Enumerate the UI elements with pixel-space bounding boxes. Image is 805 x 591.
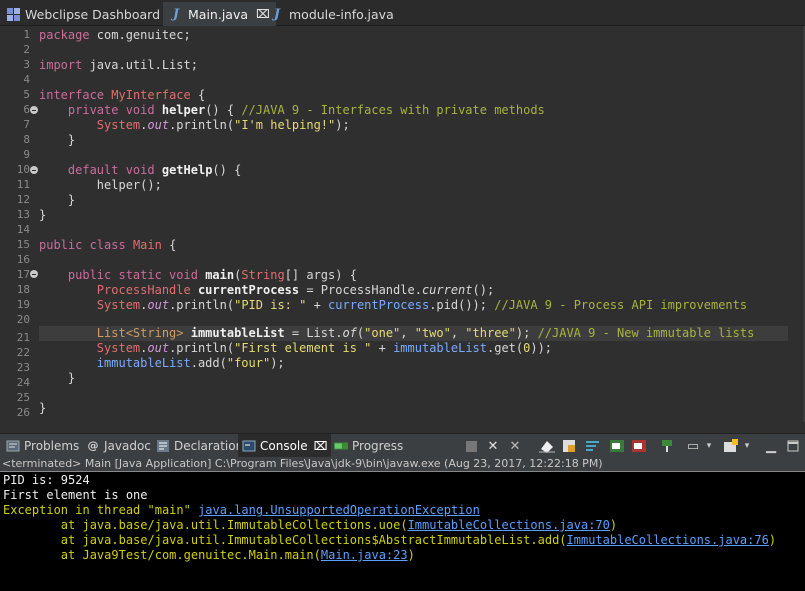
stack-frame-link[interactable]: ImmutableCollections.java:70 (408, 518, 610, 532)
chevron-down-icon[interactable]: ▾ (700, 437, 718, 455)
line-number: 18 (16, 283, 30, 296)
line-number: 16 (16, 253, 30, 266)
console-exception-line: Exception in thread "main" java.lang.Uns… (3, 503, 480, 517)
line-number: 9 (23, 148, 30, 161)
console-line: PID is: 9524 (3, 473, 90, 487)
stack-frame-link[interactable]: ImmutableCollections.java:76 (567, 533, 769, 547)
code-line-26: } (39, 401, 47, 415)
line-number: 11 (16, 178, 30, 191)
line-number: 21 (16, 331, 30, 344)
line-number: 2 (23, 43, 30, 56)
console-icon (242, 439, 256, 453)
line-number: 8 (23, 133, 30, 146)
code-line-24: } (67, 371, 76, 385)
line-number: 17 (16, 268, 30, 281)
tab-module-info-java[interactable]: J module-info.java (264, 2, 400, 26)
console-line: First element is one (3, 488, 148, 502)
console-stack-line: at java.base/java.util.ImmutableCollecti… (3, 533, 777, 547)
line-number: 14 (16, 223, 30, 236)
code-line-7: System.out.println("I'm helping!"); (96, 118, 350, 132)
javadoc-icon: @ (87, 439, 99, 452)
code-line-23: immutableList.add("four"); (96, 356, 285, 370)
remove-all-terminated-icon[interactable]: ✕ (506, 437, 524, 455)
code-line-12: } (67, 193, 76, 207)
bottom-panel-tab-bar: Problems @ Javadoc Declaration Console ⌧… (0, 433, 805, 457)
console-launch-status: <terminated> Main [Java Application] C:\… (0, 457, 805, 471)
maximize-icon[interactable] (784, 437, 802, 455)
declaration-icon (156, 439, 170, 453)
line-number: 1 (23, 28, 30, 41)
line-number: 13 (16, 208, 30, 221)
minimize-icon[interactable]: ▁ (762, 437, 780, 455)
console-stack-line: at Java9Test/com.genuitec.Main.main(Main… (3, 548, 415, 562)
code-line-1: package com.genuitec; (39, 28, 191, 42)
line-number: 7 (23, 118, 30, 131)
code-line-13: } (39, 208, 47, 222)
fold-collapse-icon[interactable] (30, 166, 38, 174)
tab-problems[interactable]: Problems (2, 434, 83, 457)
line-number: 26 (16, 406, 30, 419)
tab-label: Main.java (188, 6, 249, 22)
code-editor[interactable]: 1 2 3 4 5 6 7 8 9 10 11 12 13 14 15 16 17 18 19 20 21 22 23 24 2… (0, 26, 805, 422)
line-number: 10 (16, 163, 30, 176)
problems-icon (6, 439, 20, 453)
fold-collapse-icon[interactable] (30, 270, 38, 278)
progress-icon (334, 439, 348, 453)
scroll-lock-icon[interactable] (560, 437, 578, 455)
editor-tab-bar: Webclipse Dashboard J Main.java ⌧ J modu… (0, 0, 805, 26)
tab-main-java[interactable]: J Main.java ⌧ (163, 2, 276, 26)
tab-javadoc[interactable]: @ Javadoc (82, 434, 155, 457)
tab-label: module-info.java (289, 6, 394, 22)
show-console-stdout-icon[interactable] (608, 437, 626, 455)
code-line-8: } (67, 133, 76, 147)
java-file-icon: J (172, 6, 180, 22)
java-file-icon: J (273, 6, 281, 22)
code-line-22: System.out.println("First element is " +… (96, 341, 553, 355)
code-line-18: ProcessHandle currentProcess = ProcessHa… (96, 283, 495, 297)
line-number: 25 (16, 391, 30, 404)
clear-console-icon[interactable] (538, 437, 556, 455)
line-number: 6 (23, 103, 30, 116)
editor-vertical-scrollbar[interactable] (789, 26, 805, 422)
chevron-down-icon[interactable]: ▾ (738, 437, 756, 455)
code-line-19: System.out.println("PID is: " + currentP… (96, 298, 748, 312)
line-number: 24 (16, 376, 30, 389)
terminate-icon[interactable] (462, 437, 480, 455)
pin-console-icon[interactable] (658, 437, 676, 455)
line-number: 4 (23, 73, 30, 86)
code-line-5: interface MyInterface { (39, 88, 206, 102)
fold-collapse-icon[interactable] (30, 106, 38, 114)
line-number: 12 (16, 193, 30, 206)
tab-console[interactable]: Console ⌧ (238, 434, 332, 457)
line-number: 23 (16, 361, 30, 374)
code-line-15: public class Main { (39, 238, 177, 252)
code-line-3: import java.util.List; (39, 58, 198, 72)
tab-webclipse-dashboard[interactable]: Webclipse Dashboard (0, 2, 166, 26)
line-number: 20 (16, 313, 30, 326)
dashboard-icon (6, 7, 20, 21)
line-number: 15 (16, 238, 30, 251)
exception-link[interactable]: java.lang.UnsupportedOperationException (198, 503, 480, 517)
code-line-17: public static void main(String[] args) { (67, 268, 357, 282)
tab-label: Webclipse Dashboard (25, 6, 160, 22)
line-number: 5 (23, 88, 30, 101)
code-line-21: List<String> immutableList = List.of("on… (96, 326, 755, 340)
console-output[interactable]: PID is: 9524 First element is one Except… (0, 471, 805, 591)
line-number: 3 (23, 58, 30, 71)
word-wrap-icon[interactable] (584, 437, 602, 455)
code-line-10: default void getHelp() { (67, 163, 242, 177)
tab-progress[interactable]: Progress (330, 434, 407, 457)
code-line-11: helper(); (96, 178, 162, 192)
line-number: 22 (16, 346, 30, 359)
tab-declaration[interactable]: Declaration (152, 434, 247, 457)
console-stack-line: at java.base/java.util.ImmutableCollecti… (3, 518, 618, 532)
remove-launch-icon[interactable]: ✕ (484, 437, 502, 455)
show-console-stderr-icon[interactable] (630, 437, 648, 455)
stack-frame-link[interactable]: Main.java:23 (321, 548, 408, 562)
line-number: 19 (16, 298, 30, 311)
code-line-6: private void helper() { //JAVA 9 - Inter… (67, 103, 545, 117)
close-icon[interactable]: ⌧ (314, 439, 328, 453)
